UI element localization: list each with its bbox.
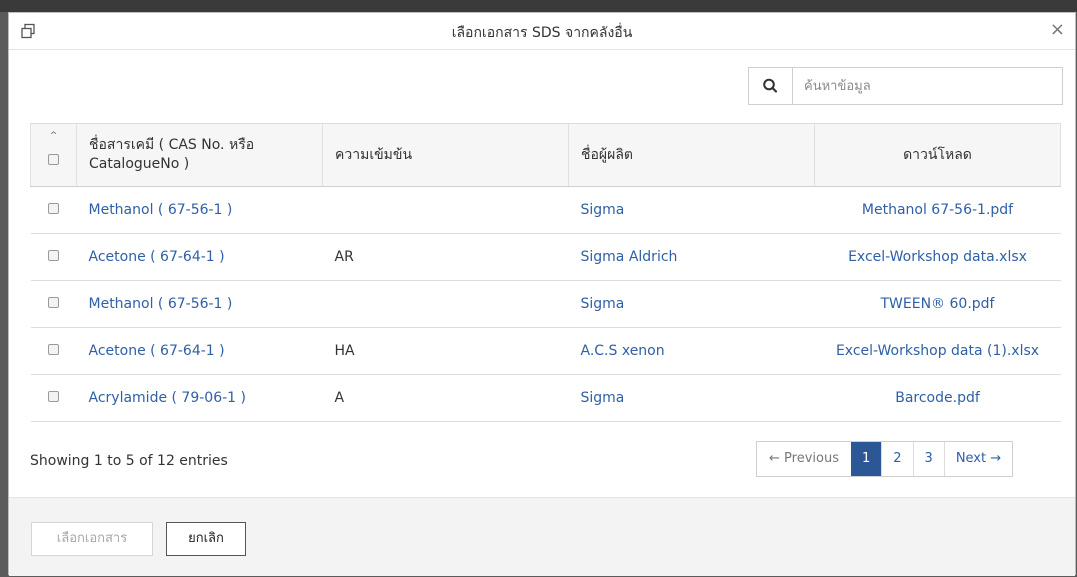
search-input[interactable]: [793, 68, 1062, 104]
row-checkbox[interactable]: [48, 297, 59, 308]
download-link[interactable]: TWEEN® 60.pdf: [814, 280, 1061, 328]
select-document-button[interactable]: เลือกเอกสาร: [31, 522, 153, 556]
chemical-link[interactable]: Acetone ( 67-64-1 ): [76, 327, 323, 375]
concentration-cell: [322, 186, 569, 234]
table-row: Methanol ( 67-56-1 ) Sigma TWEEN® 60.pdf: [30, 280, 1061, 328]
previous-page-button[interactable]: ← Previous: [757, 442, 851, 476]
chemical-link[interactable]: Acrylamide ( 79-06-1 ): [76, 374, 323, 422]
concentration-cell: [322, 280, 569, 328]
entries-info: Showing 1 to 5 of 12 entries: [30, 453, 228, 469]
download-link[interactable]: Methanol 67-56-1.pdf: [814, 186, 1061, 234]
concentration-cell: A: [322, 374, 569, 422]
table-row: Methanol ( 67-56-1 ) Sigma Methanol 67-5…: [30, 186, 1061, 234]
select-sds-dialog: เลือกเอกสาร SDS จากคลังอื่น × ^ ชื่อสารเ…: [8, 12, 1076, 576]
column-header-concentration[interactable]: ความเข้มข้น: [322, 123, 569, 187]
dialog-footer: เลือกเอกสาร ยกเลิก: [9, 497, 1075, 576]
search-box: [748, 67, 1063, 105]
select-all-header: ^: [30, 123, 77, 187]
table-row: Acrylamide ( 79-06-1 ) A Sigma Barcode.p…: [30, 374, 1061, 422]
cancel-button[interactable]: ยกเลิก: [166, 522, 246, 556]
manufacturer-link[interactable]: Sigma Aldrich: [568, 233, 815, 281]
column-header-download[interactable]: ดาวน์โหลด: [814, 123, 1061, 187]
column-header-manufacturer[interactable]: ชื่อผู้ผลิต: [568, 123, 815, 187]
chemical-link[interactable]: Acetone ( 67-64-1 ): [76, 233, 323, 281]
page-button-1[interactable]: 1: [850, 442, 882, 476]
concentration-cell: AR: [322, 233, 569, 281]
manufacturer-link[interactable]: Sigma: [568, 186, 815, 234]
next-page-button[interactable]: Next →: [943, 442, 1013, 476]
search-button[interactable]: [749, 68, 793, 104]
row-checkbox[interactable]: [48, 203, 59, 214]
chemical-link[interactable]: Methanol ( 67-56-1 ): [76, 186, 323, 234]
manufacturer-link[interactable]: Sigma: [568, 280, 815, 328]
concentration-cell: HA: [322, 327, 569, 375]
download-link[interactable]: Excel-Workshop data (1).xlsx: [814, 327, 1061, 375]
manufacturer-link[interactable]: A.C.S xenon: [568, 327, 815, 375]
row-checkbox[interactable]: [48, 344, 59, 355]
chemical-link[interactable]: Methanol ( 67-56-1 ): [76, 280, 323, 328]
sort-asc-icon[interactable]: ^: [32, 132, 76, 141]
row-checkbox[interactable]: [48, 250, 59, 261]
search-icon: [763, 78, 778, 93]
row-checkbox[interactable]: [48, 391, 59, 402]
manufacturer-link[interactable]: Sigma: [568, 374, 815, 422]
pagination: ← Previous 1 2 3 Next →: [756, 441, 1014, 477]
sds-table: ^ ชื่อสารเคมี ( CAS No. หรือ CatalogueNo…: [30, 123, 1061, 422]
close-icon[interactable]: ×: [1050, 20, 1065, 40]
dialog-title: เลือกเอกสาร SDS จากคลังอื่น: [451, 25, 633, 41]
page-backdrop: [0, 0, 1077, 12]
column-header-chemical[interactable]: ชื่อสารเคมี ( CAS No. หรือ CatalogueNo ): [76, 123, 323, 187]
page-button-3[interactable]: 3: [912, 442, 944, 476]
table-row: Acetone ( 67-64-1 ) HA A.C.S xenon Excel…: [30, 327, 1061, 375]
page-button-2[interactable]: 2: [881, 442, 913, 476]
download-link[interactable]: Excel-Workshop data.xlsx: [814, 233, 1061, 281]
select-all-checkbox[interactable]: [48, 153, 59, 165]
table-row: Acetone ( 67-64-1 ) AR Sigma Aldrich Exc…: [30, 233, 1061, 281]
table-header-row: ^ ชื่อสารเคมี ( CAS No. หรือ CatalogueNo…: [30, 123, 1061, 187]
dialog-header: เลือกเอกสาร SDS จากคลังอื่น ×: [9, 13, 1075, 50]
download-link[interactable]: Barcode.pdf: [814, 374, 1061, 422]
